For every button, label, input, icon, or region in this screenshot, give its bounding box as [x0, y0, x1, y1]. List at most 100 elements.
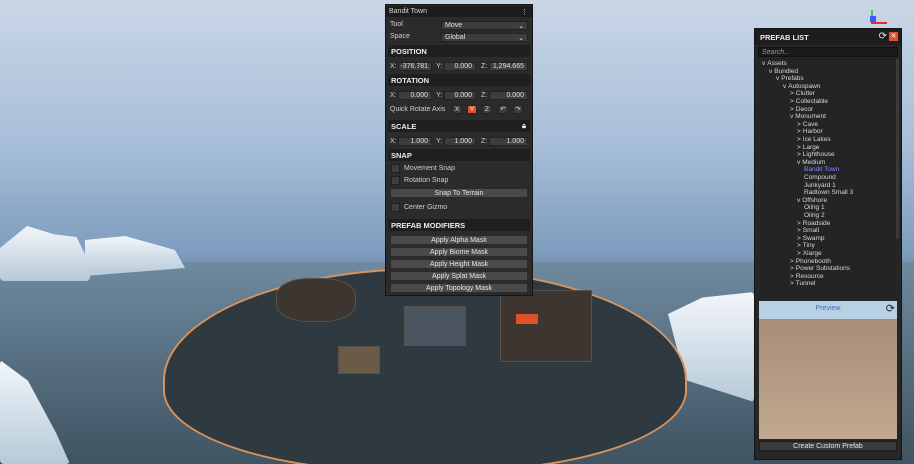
rotation-y-field[interactable]: 0.000	[444, 91, 476, 100]
create-custom-prefab-button[interactable]: Create Custom Prefab	[759, 441, 897, 451]
quick-rotate-z-button[interactable]: Z	[482, 105, 492, 114]
position-x-field[interactable]: -376.781	[398, 62, 432, 71]
structure-center	[404, 306, 466, 346]
rotation-header: ROTATION	[388, 74, 530, 86]
tree-item-label: Phonebooth	[795, 257, 831, 265]
lock-icon[interactable]: 🔒︎	[522, 121, 526, 131]
chevron-right-icon[interactable]: >	[790, 265, 794, 272]
refresh-icon[interactable]: ⟳	[879, 31, 887, 42]
tree-item-label: Offshore	[802, 196, 828, 204]
tree-item-label: Compound	[804, 174, 836, 181]
rotation-z-label: Z:	[481, 92, 488, 99]
chevron-right-icon[interactable]: >	[797, 121, 801, 128]
snap-to-terrain-button[interactable]: Snap To Terrain	[390, 188, 528, 198]
tree-item[interactable]: > Tunnel	[790, 280, 815, 288]
quick-rotate-x-button[interactable]: X	[452, 105, 462, 114]
chevron-right-icon[interactable]: >	[797, 128, 801, 135]
movement-snap-label: Movement Snap	[404, 165, 455, 172]
chevron-right-icon[interactable]: >	[797, 151, 801, 158]
tree-item-label: Ice Lakes	[802, 136, 831, 143]
movement-snap-checkbox[interactable]	[391, 164, 400, 173]
menu-dots-icon[interactable]: ⋮	[521, 8, 528, 16]
preview-area: Preview ⟳	[759, 301, 897, 439]
preview-refresh-icon[interactable]: ⟳	[886, 302, 895, 315]
tool-dropdown[interactable]: Move ⌄	[441, 21, 528, 30]
quick-rotate-y-button[interactable]: Y	[467, 105, 477, 114]
space-value: Global	[445, 34, 466, 41]
tree-item-label: Resource	[795, 272, 824, 280]
chevron-down-icon[interactable]: v	[783, 83, 786, 90]
space-label: Space	[390, 33, 410, 40]
chevron-right-icon[interactable]: >	[797, 227, 801, 234]
tool-value: Move	[445, 22, 463, 29]
rotate-cw-icon[interactable]: ↷	[513, 105, 523, 114]
tree-item-label: Small	[802, 227, 820, 235]
close-icon[interactable]: ✕	[889, 32, 898, 41]
tree-item-label: Collectable	[795, 98, 828, 105]
tree-item-label: Lighthouse	[802, 151, 835, 159]
tree-item-label: Medium	[802, 158, 826, 166]
rotation-snap-checkbox[interactable]	[391, 176, 400, 185]
tree-item-label: Oilrig 2	[804, 212, 825, 219]
scale-x-label: X:	[390, 138, 397, 145]
tree-item-label: Large	[802, 143, 820, 151]
preview-image	[759, 319, 897, 439]
tree-item-label: Prefabs	[781, 75, 804, 83]
chevron-right-icon[interactable]: >	[797, 235, 801, 242]
chevron-down-icon[interactable]: v	[797, 197, 800, 204]
chevron-right-icon[interactable]: >	[797, 220, 801, 227]
tree-item-label: Power Substations	[795, 265, 850, 273]
scale-z-field[interactable]: 1.000	[489, 137, 528, 146]
tree-item-label: Swamp	[802, 234, 825, 242]
scale-x-field[interactable]: 1.000	[398, 137, 432, 146]
scale-y-field[interactable]: 1.000	[444, 137, 476, 146]
chevron-right-icon[interactable]: >	[797, 250, 801, 257]
quick-rotate-label: Quick Rotate Axis	[390, 106, 446, 113]
chevron-right-icon[interactable]: >	[790, 258, 794, 265]
rotation-x-label: X:	[390, 92, 397, 99]
tree-item-label: Assets	[767, 60, 787, 67]
chevron-right-icon[interactable]: >	[797, 136, 801, 143]
chevron-right-icon[interactable]: >	[790, 90, 794, 97]
flag	[516, 314, 538, 324]
chevron-right-icon[interactable]: >	[790, 98, 794, 105]
snap-header: SNAP	[388, 149, 530, 161]
chevron-right-icon[interactable]: >	[797, 144, 801, 151]
scale-z-label: Z:	[481, 138, 488, 145]
chevron-down-icon[interactable]: v	[790, 113, 793, 120]
center-gizmo-checkbox[interactable]	[391, 203, 400, 212]
tree-item-label: Radtown Small 3	[804, 189, 854, 197]
tree-item-label: Junkyard 1	[804, 181, 836, 189]
tree-item-label: Oilrig 1	[804, 204, 825, 212]
rotation-y-label: Y:	[436, 92, 443, 99]
position-y-field[interactable]: 0.000	[444, 62, 476, 71]
rotate-ccw-icon[interactable]: ↶	[498, 105, 508, 114]
gizmo-axes-icon[interactable]	[868, 8, 888, 26]
chevron-down-icon[interactable]: v	[762, 60, 765, 67]
prefab-search-input[interactable]: Search...	[758, 47, 898, 57]
chevron-down-icon[interactable]: v	[776, 75, 779, 82]
chevron-right-icon[interactable]: >	[790, 273, 794, 280]
position-z-field[interactable]: 1,294.665	[489, 62, 528, 71]
preview-label: Preview	[815, 305, 841, 312]
apply-biome-mask-button[interactable]: Apply Biome Mask	[390, 247, 528, 257]
chevron-right-icon[interactable]: >	[790, 106, 794, 113]
tree-item-label: Clutter	[795, 90, 815, 98]
apply-height-mask-button[interactable]: Apply Height Mask	[390, 259, 528, 269]
chevron-down-icon[interactable]: v	[769, 68, 772, 75]
chevron-down-icon: ⌄	[518, 35, 524, 42]
tool-label: Tool	[390, 21, 403, 28]
chevron-down-icon[interactable]: v	[797, 159, 800, 166]
rotation-snap-label: Rotation Snap	[404, 177, 449, 184]
center-gizmo-label: Center Gizmo	[404, 204, 448, 211]
rotation-z-field[interactable]: 0.000	[489, 91, 528, 100]
apply-alpha-mask-button[interactable]: Apply Alpha Mask	[390, 235, 528, 245]
apply-splat-mask-button[interactable]: Apply Splat Mask	[390, 271, 528, 281]
chevron-right-icon[interactable]: >	[797, 242, 801, 249]
tree-item-label: Tunnel	[795, 280, 816, 288]
position-z-label: Z:	[481, 63, 488, 70]
rotation-x-field[interactable]: 0.000	[398, 91, 432, 100]
space-dropdown[interactable]: Global ⌄	[441, 33, 528, 42]
chevron-right-icon[interactable]: >	[790, 280, 794, 287]
apply-topology-mask-button[interactable]: Apply Topology Mask	[390, 283, 528, 293]
